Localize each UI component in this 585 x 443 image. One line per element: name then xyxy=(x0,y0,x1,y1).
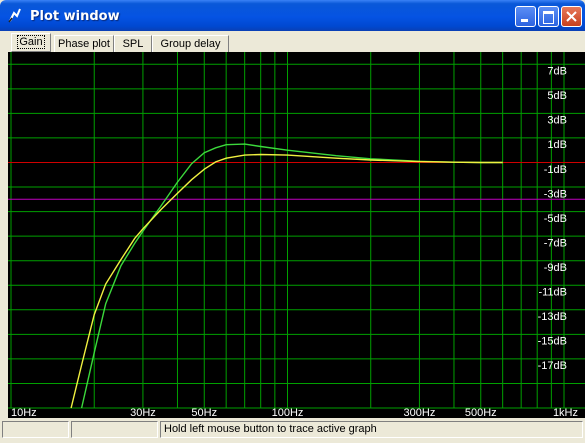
close-button[interactable] xyxy=(561,6,582,27)
x-tick-label: 300Hz xyxy=(404,407,436,418)
tab-spl[interactable]: SPL xyxy=(114,35,152,52)
y-tick-label: -7dB xyxy=(544,237,567,249)
y-tick-label: -9dB xyxy=(544,262,567,274)
tab-phase-plot[interactable]: Phase plot xyxy=(54,35,114,52)
minimize-icon xyxy=(521,19,528,22)
y-tick-label: -13dB xyxy=(538,311,567,323)
y-tick-label: -1dB xyxy=(544,164,567,176)
tab-group-delay[interactable]: Group delay xyxy=(152,35,229,52)
maximize-icon xyxy=(543,11,554,24)
x-tick-label: 10Hz xyxy=(11,407,37,418)
plot-area[interactable]: 7dB 5dB 3dB 1dB -1dB -3dB -5dB -7dB -9dB -11dB -13… xyxy=(8,52,585,418)
maximize-button[interactable] xyxy=(538,6,559,27)
y-tick-label: 7dB xyxy=(547,66,567,78)
x-tick-label: 1kHz xyxy=(553,407,578,418)
minimize-button[interactable] xyxy=(515,6,536,27)
tab-spl-label: SPL xyxy=(122,38,144,50)
y-tick-label: 5dB xyxy=(547,90,567,102)
status-message: Hold left mouse button to trace active g… xyxy=(160,421,583,438)
x-tick-label: 100Hz xyxy=(272,407,304,418)
tab-group-delay-label: Group delay xyxy=(160,38,221,50)
x-tick-label: 50Hz xyxy=(191,407,217,418)
plot-window: Plot window Gain Phase plot SPL Group de… xyxy=(0,0,585,443)
title-bar[interactable]: Plot window xyxy=(0,0,585,31)
status-pane-1 xyxy=(2,421,69,438)
y-tick-label: -11dB xyxy=(538,287,567,299)
yellow-gain-curve xyxy=(70,153,503,409)
y-tick-label: -3dB xyxy=(544,188,567,200)
x-tick-label: 30Hz xyxy=(130,407,156,418)
status-pane-2 xyxy=(71,421,158,438)
x-tick-label: 500Hz xyxy=(465,407,497,418)
tab-gain-label: Gain xyxy=(17,35,45,49)
close-icon xyxy=(566,11,577,22)
app-icon xyxy=(8,8,21,23)
tab-gain[interactable]: Gain xyxy=(11,33,51,52)
y-tick-label: -5dB xyxy=(544,213,567,225)
window-title: Plot window xyxy=(30,9,120,24)
tab-phase-plot-label: Phase plot xyxy=(58,38,110,50)
status-bar: Hold left mouse button to trace active g… xyxy=(0,418,585,443)
y-tick-label: -17dB xyxy=(538,360,567,372)
y-tick-label: 1dB xyxy=(547,139,567,151)
y-tick-label: 3dB xyxy=(547,115,567,127)
green-gain-curve xyxy=(80,143,503,409)
y-tick-label: -15dB xyxy=(538,336,567,348)
gain-chart[interactable]: 7dB 5dB 3dB 1dB -1dB -3dB -5dB -7dB -9dB -11dB -13… xyxy=(8,52,585,418)
